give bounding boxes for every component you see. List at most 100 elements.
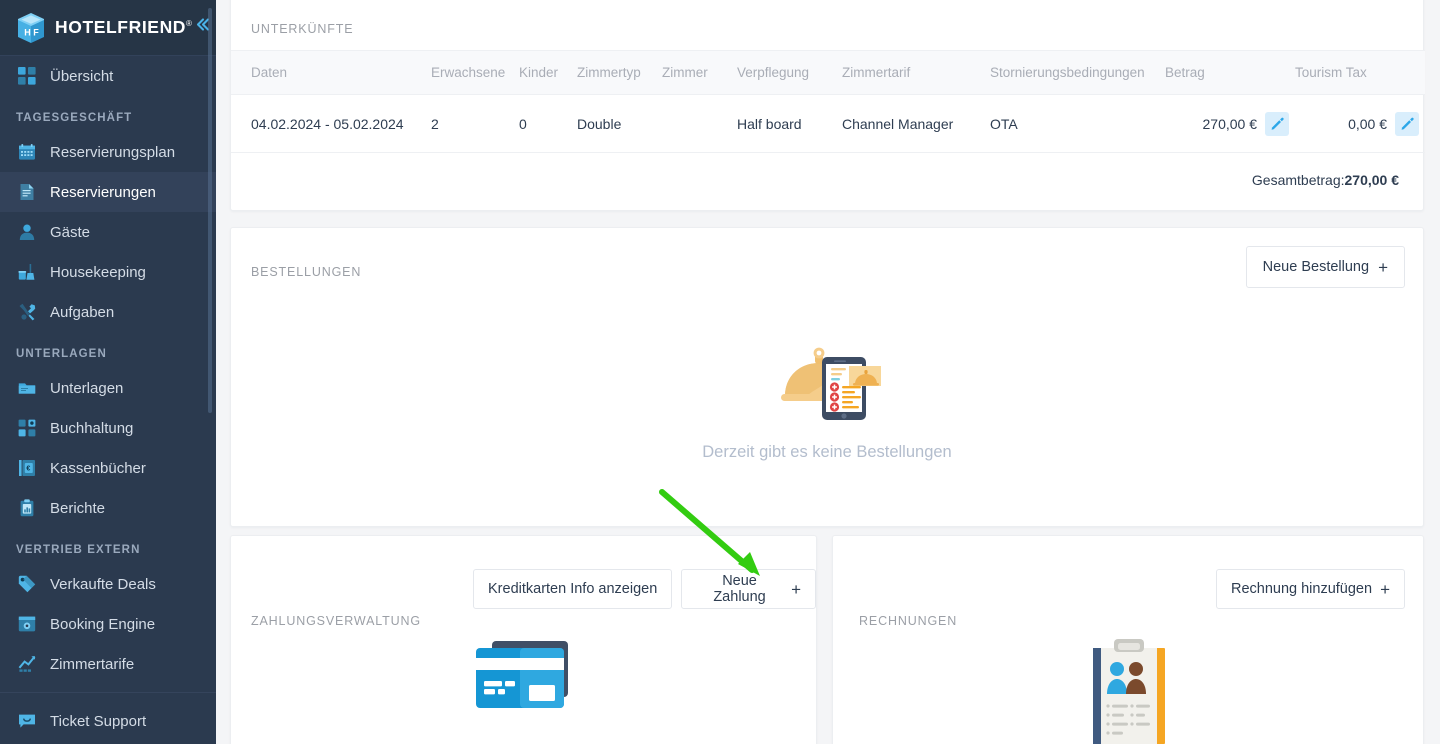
price-tag-icon — [16, 573, 38, 595]
orders-empty-text: Derzeit gibt es keine Bestellungen — [702, 443, 952, 461]
payments-section-label: ZAHLUNGSVERWALTUNG — [251, 614, 421, 628]
sidebar-item-label: Aufgaben — [50, 303, 115, 321]
plus-icon: + — [1380, 579, 1390, 599]
column-header-zimmertarif[interactable]: Zimmertarif — [842, 50, 990, 95]
user-person-icon — [16, 221, 38, 243]
sidebar-scrollbar-thumb[interactable] — [208, 8, 212, 413]
column-header-erwachsene[interactable]: Erwachsene — [431, 50, 519, 95]
pencil-icon[interactable] — [1395, 111, 1419, 136]
cell-zimmer — [662, 94, 737, 153]
total-label: Gesamtbetrag: — [1251, 172, 1345, 188]
column-header-verpflegung[interactable]: Verpflegung — [737, 50, 842, 95]
svg-text:H: H — [24, 27, 31, 37]
cell-zimmertarif: Channel Manager — [842, 94, 990, 153]
sidebar-scrollbar-track[interactable] — [208, 0, 214, 744]
invoices-card: RECHNUNGEN Rechnung hinzufügen + — [832, 535, 1424, 744]
sidebar-item-label: Übersicht — [50, 67, 114, 85]
sidebar-divider — [0, 692, 216, 693]
payments-card: ZAHLUNGSVERWALTUNG Kreditkarten Info anz… — [230, 535, 817, 744]
sidebar-item-housekeeping[interactable]: Housekeeping — [0, 252, 216, 292]
tourism-tax-value: 0,00 € — [1348, 115, 1387, 132]
cell-verpflegung: Half board — [737, 94, 842, 153]
sidebar-item-verkaufte-deals[interactable]: Verkaufte Deals — [0, 564, 216, 604]
sidebar-item-ticket-support[interactable]: Ticket Support — [0, 701, 216, 741]
new-order-button-label: Neue Bestellung — [1262, 259, 1370, 275]
main-content: UNTERKÜNFTE Daten Erwachsene Kinder Zimm… — [216, 0, 1440, 744]
chart-trend-up-icon — [16, 653, 38, 675]
sidebar-item-label: Kassenbücher — [50, 459, 146, 477]
invoice-clipboard-person-illustration — [1079, 636, 1179, 744]
cell-kinder: 0 — [519, 94, 577, 153]
brand-name: HOTELFRIEND® — [55, 17, 193, 37]
invoices-section-label: RECHNUNGEN — [859, 614, 958, 628]
sidebar-item-label: Gäste — [50, 223, 91, 241]
accounting-blocks-icon — [16, 417, 38, 439]
cell-stornierungsbedingungen: OTA — [990, 94, 1165, 153]
sidebar-item-label: Unterlagen — [50, 379, 124, 397]
cell-zimmertyp: Double — [577, 94, 662, 153]
sidebar-item-buchhaltung[interactable]: Buchhaltung — [0, 408, 216, 448]
sidebar-item-label: Buchhaltung — [50, 419, 134, 437]
sidebar-header: H F HOTELFRIEND® — [0, 0, 216, 56]
sidebar-item-gaste[interactable]: Gäste — [0, 212, 216, 252]
folder-icon — [16, 377, 38, 399]
room-service-tray-phone-illustration — [771, 328, 883, 425]
sidebar-item-label: Housekeeping — [50, 263, 146, 281]
add-invoice-button-label: Rechnung hinzufügen — [1230, 581, 1373, 597]
cell-erwachsene: 2 — [431, 94, 519, 153]
column-header-kinder[interactable]: Kinder — [519, 50, 577, 95]
plus-icon: + — [1378, 257, 1388, 277]
plus-icon: + — [791, 579, 801, 599]
column-header-tourism-tax[interactable]: Tourism Tax — [1295, 50, 1425, 95]
svg-text:€: € — [26, 466, 30, 473]
sidebar: H F HOTELFRIEND® Übersicht TAGESGESCHÄFT… — [0, 0, 216, 744]
sidebar-item-reservierungen[interactable]: Reservierungen — [0, 172, 216, 212]
sidebar-item-label: Zimmertarife — [50, 655, 135, 673]
chat-bubble-smile-icon — [16, 710, 38, 732]
sidebar-item-aufgaben[interactable]: Aufgaben — [0, 292, 216, 332]
betrag-value: 270,00 € — [1202, 115, 1258, 132]
sidebar-item-unterlagen[interactable]: Unterlagen — [0, 368, 216, 408]
dashboard-grid-icon — [16, 65, 38, 87]
sidebar-item-label: Berichte — [50, 499, 106, 517]
sidebar-item-ubersicht[interactable]: Übersicht — [0, 56, 216, 96]
table-header-row: Daten Erwachsene Kinder Zimmertyp Zimmer… — [231, 50, 1425, 95]
orders-card: BESTELLUNGEN Neue Bestellung + Derzeit g… — [230, 227, 1424, 527]
show-credit-card-info-button[interactable]: Kreditkarten Info anzeigen — [473, 569, 673, 609]
table-row[interactable]: 04.02.2024 - 05.02.2024 2 0 Double Half … — [231, 94, 1425, 153]
sidebar-item-label: Booking Engine — [50, 615, 156, 633]
cash-book-icon: € — [16, 457, 38, 479]
svg-text:F: F — [33, 27, 39, 37]
booking-engine-gear-icon — [16, 613, 38, 635]
sidebar-item-booking-engine[interactable]: Booking Engine — [0, 604, 216, 644]
sidebar-item-label: Reservierungsplan — [50, 143, 176, 161]
sidebar-item-zimmertarife[interactable]: Zimmertarife — [0, 644, 216, 684]
cell-daten: 04.02.2024 - 05.02.2024 — [231, 94, 431, 153]
cell-tourism-tax: 0,00 € — [1295, 94, 1425, 153]
column-header-stornierungsbedingungen[interactable]: Stornierungsbedingungen — [990, 50, 1165, 95]
column-header-zimmertyp[interactable]: Zimmertyp — [577, 50, 662, 95]
wrench-screwdriver-icon — [16, 301, 38, 323]
column-header-betrag[interactable]: Betrag — [1165, 50, 1295, 95]
orders-empty-state: Derzeit gibt es keine Bestellungen — [231, 328, 1423, 462]
sidebar-item-reservierungsplan[interactable]: Reservierungsplan — [0, 132, 216, 172]
pencil-icon[interactable] — [1265, 111, 1289, 136]
sidebar-item-berichte[interactable]: Berichte — [0, 488, 216, 528]
show-credit-card-info-label: Kreditkarten Info anzeigen — [488, 581, 658, 597]
add-invoice-button[interactable]: Rechnung hinzufügen + — [1215, 569, 1405, 609]
sidebar-item-label: Verkaufte Deals — [50, 575, 156, 593]
calendar-icon — [16, 141, 38, 163]
new-order-button[interactable]: Neue Bestellung + — [1245, 246, 1405, 288]
sidebar-section-tagesgeschaft: TAGESGESCHÄFT — [16, 112, 133, 124]
column-header-daten[interactable]: Daten — [231, 50, 431, 95]
cell-betrag: 270,00 € — [1165, 94, 1295, 153]
total-value: 270,00 € — [1344, 172, 1400, 188]
sidebar-item-kassenbucher[interactable]: € Kassenbücher — [0, 448, 216, 488]
new-payment-button[interactable]: Neue Zahlung + — [681, 569, 816, 609]
accommodations-section-label: UNTERKÜNFTE — [251, 22, 354, 36]
column-header-zimmer[interactable]: Zimmer — [662, 50, 737, 95]
hotelfriend-cube-logo-icon[interactable]: H F — [16, 12, 46, 44]
sidebar-section-vertrieb-extern: VERTRIEB EXTERN — [16, 544, 141, 556]
sidebar-nav: Übersicht TAGESGESCHÄFT Reservierungspla… — [0, 56, 216, 744]
accommodations-total: Gesamtbetrag:270,00 € — [1252, 172, 1399, 188]
